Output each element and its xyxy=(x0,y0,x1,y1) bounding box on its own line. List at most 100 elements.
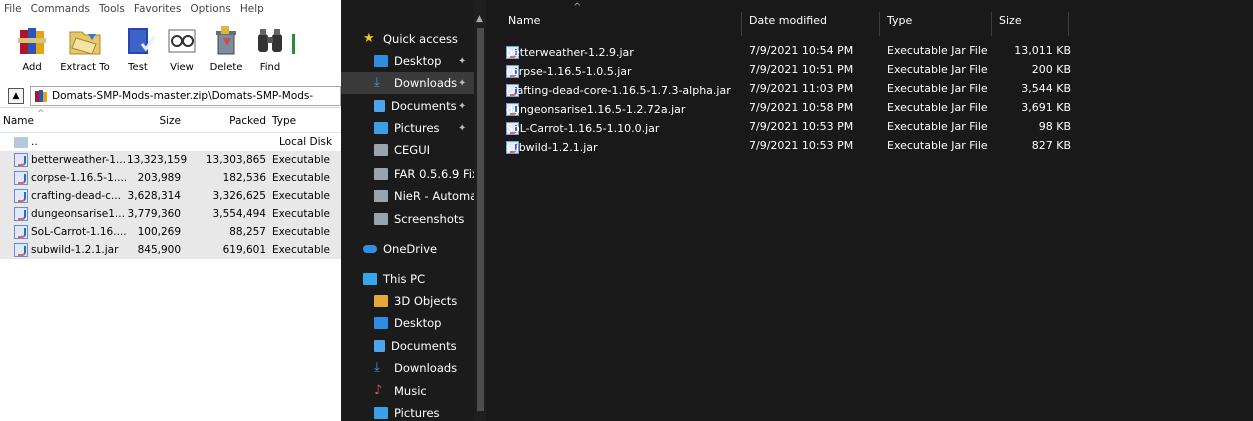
table-row[interactable]: crafting-dead-c... 3,628,314 3,326,625 E… xyxy=(0,187,341,205)
nav-pc-documents[interactable]: Documents xyxy=(341,335,474,357)
file-name: dungeonsarise1... xyxy=(31,208,125,220)
nav-music[interactable]: ♪ Music xyxy=(341,380,474,402)
navigation-pane: ★ Quick access Desktop ✦ ⤓ Downloads ✦ D… xyxy=(341,0,486,421)
jar-file-icon xyxy=(14,207,28,221)
file-size: 3,628,314 xyxy=(127,190,181,202)
nav-documents[interactable]: Documents ✦ xyxy=(341,95,474,117)
nav-nier[interactable]: NieR - Automata xyxy=(341,185,474,207)
jar-file-icon xyxy=(14,153,28,167)
file-name: corpse-1.16.5-1.0.5.jar xyxy=(506,65,632,78)
menu-options[interactable]: Options xyxy=(190,3,231,15)
explorer-window: ★ Quick access Desktop ✦ ⤓ Downloads ✦ D… xyxy=(341,0,1253,421)
menu-favorites[interactable]: Favorites xyxy=(134,3,181,15)
nav-this-pc[interactable]: This PC xyxy=(341,268,474,290)
pin-icon[interactable]: ✦ xyxy=(458,78,466,89)
download-arrow-icon: ⤓ xyxy=(374,75,380,90)
column-type-header[interactable]: Type xyxy=(887,14,912,27)
nav-3d-objects[interactable]: 3D Objects xyxy=(341,290,474,312)
nav-downloads[interactable]: ⤓ Downloads ✦ xyxy=(341,72,474,94)
file-type: Executable Jar File xyxy=(887,82,988,95)
nav-cegui[interactable]: CEGUI xyxy=(341,139,474,161)
column-divider[interactable] xyxy=(1068,12,1069,36)
table-row[interactable]: corpse-1.16.5-1.... 203,989 182,536 Exec… xyxy=(0,169,341,187)
sort-ascending-icon: ^ xyxy=(573,2,582,13)
view-label: View xyxy=(170,62,194,73)
column-size-header[interactable]: Size xyxy=(127,115,181,127)
file-packed: 182,536 xyxy=(222,172,266,184)
column-divider[interactable] xyxy=(741,12,742,36)
winrar-list-headers: Name ^ Size Packed Type xyxy=(0,109,341,133)
menu-tools[interactable]: Tools xyxy=(99,3,125,15)
column-divider[interactable] xyxy=(879,12,880,36)
file-size: 100,269 xyxy=(137,226,181,238)
menu-help[interactable]: Help xyxy=(240,3,264,15)
table-row[interactable]: subwild-1.2.1.jar 845,900 619,601 Execut… xyxy=(0,241,341,259)
folder-icon xyxy=(374,213,388,225)
nav-quick-access[interactable]: ★ Quick access xyxy=(341,28,474,50)
delete-label: Delete xyxy=(209,62,243,73)
pin-icon[interactable]: ✦ xyxy=(458,123,466,134)
extract-to-button[interactable]: Extract To xyxy=(54,18,116,82)
parent-folder-row[interactable]: .. Local Disk xyxy=(0,133,341,151)
winrar-window: File Commands Tools Favorites Options He… xyxy=(0,0,341,421)
menu-file[interactable]: File xyxy=(4,3,22,15)
file-name: crafting-dead-c... xyxy=(31,190,121,202)
list-item[interactable]: corpse-1.16.5-1.0.5.jar 7/9/2021 10:51 P… xyxy=(486,61,1253,79)
pin-icon[interactable]: ✦ xyxy=(458,56,466,67)
up-folder-button[interactable]: ▲ xyxy=(8,87,24,104)
nav-pictures[interactable]: Pictures ✦ xyxy=(341,117,474,139)
winrar-address-bar: ▲ Domats-SMP-Mods-master.zip\Domats-SMP-… xyxy=(0,84,341,108)
list-item[interactable]: dungeonsarise1.16.5-1.2.72a.jar 7/9/2021… xyxy=(486,99,1253,117)
nav-desktop[interactable]: Desktop ✦ xyxy=(341,50,474,72)
table-row[interactable]: SoL-Carrot-1.16.... 100,269 88,257 Execu… xyxy=(0,223,341,241)
nav-far[interactable]: FAR 0.5.6.9 Fixed xyxy=(341,163,474,185)
scroll-thumb[interactable] xyxy=(477,28,484,411)
column-packed-header[interactable]: Packed xyxy=(181,115,266,127)
star-icon: ★ xyxy=(363,31,375,46)
file-type: Executable Jar File xyxy=(887,101,988,114)
file-size: 3,779,360 xyxy=(127,208,181,220)
arrow-up-icon: ▲ xyxy=(12,90,20,101)
nav-screenshots[interactable]: Screenshots xyxy=(341,208,474,230)
parent-folder-name: .. xyxy=(31,136,38,148)
list-item[interactable]: betterweather-1.2.9.jar 7/9/2021 10:54 P… xyxy=(486,42,1253,60)
file-size: 845,900 xyxy=(137,244,181,256)
pictures-icon xyxy=(374,122,388,134)
desktop-icon xyxy=(374,317,388,329)
table-row[interactable]: betterweather-1.... 13,323,159 13,303,86… xyxy=(0,151,341,169)
pin-icon[interactable]: ✦ xyxy=(458,101,466,112)
file-size: 203,989 xyxy=(137,172,181,184)
column-type-header[interactable]: Type xyxy=(266,115,341,127)
menu-commands[interactable]: Commands xyxy=(31,3,90,15)
add-button[interactable]: Add xyxy=(10,18,54,82)
scroll-up-icon[interactable]: ▲ xyxy=(476,14,483,24)
file-type: Executable xyxy=(272,154,331,166)
nav-scrollbar[interactable]: ▲ xyxy=(474,0,486,421)
file-size: 827 KB xyxy=(1031,139,1071,152)
file-type: Executable Jar File xyxy=(887,44,988,57)
list-item[interactable]: SoL-Carrot-1.16.5-1.10.0.jar 7/9/2021 10… xyxy=(486,118,1253,136)
view-button[interactable]: View xyxy=(160,18,204,82)
column-divider[interactable] xyxy=(991,12,992,36)
archive-path-field[interactable]: Domats-SMP-Mods-master.zip\Domats-SMP-Mo… xyxy=(30,85,341,106)
nav-onedrive[interactable]: OneDrive xyxy=(341,238,474,260)
table-row[interactable]: dungeonsarise1... 3,779,360 3,554,494 Ex… xyxy=(0,205,341,223)
nav-pc-desktop[interactable]: Desktop xyxy=(341,312,474,334)
delete-button[interactable]: Delete xyxy=(204,18,248,82)
parent-folder-type: Local Disk xyxy=(279,136,333,148)
list-item[interactable]: crafting-dead-core-1.16.5-1.7.3-alpha.ja… xyxy=(486,80,1253,98)
column-size-header[interactable]: Size xyxy=(999,14,1022,27)
add-books-icon xyxy=(15,24,49,58)
list-item[interactable]: subwild-1.2.1.jar 7/9/2021 10:53 PM Exec… xyxy=(486,137,1253,155)
column-name-header[interactable]: Name xyxy=(0,115,127,127)
find-button[interactable]: Find xyxy=(248,18,292,82)
explorer-column-headers: ^ Name Date modified Type Size xyxy=(486,0,1253,38)
nav-pc-downloads[interactable]: ⤓ Downloads xyxy=(341,357,474,379)
test-button[interactable]: Test xyxy=(116,18,160,82)
folder-icon xyxy=(14,136,28,148)
column-date-header[interactable]: Date modified xyxy=(749,14,827,27)
column-name-header[interactable]: Name xyxy=(508,14,540,27)
file-type: Executable Jar File xyxy=(887,139,988,152)
file-name: crafting-dead-core-1.16.5-1.7.3-alpha.ja… xyxy=(506,84,731,97)
nav-pc-pictures[interactable]: Pictures xyxy=(341,402,474,421)
